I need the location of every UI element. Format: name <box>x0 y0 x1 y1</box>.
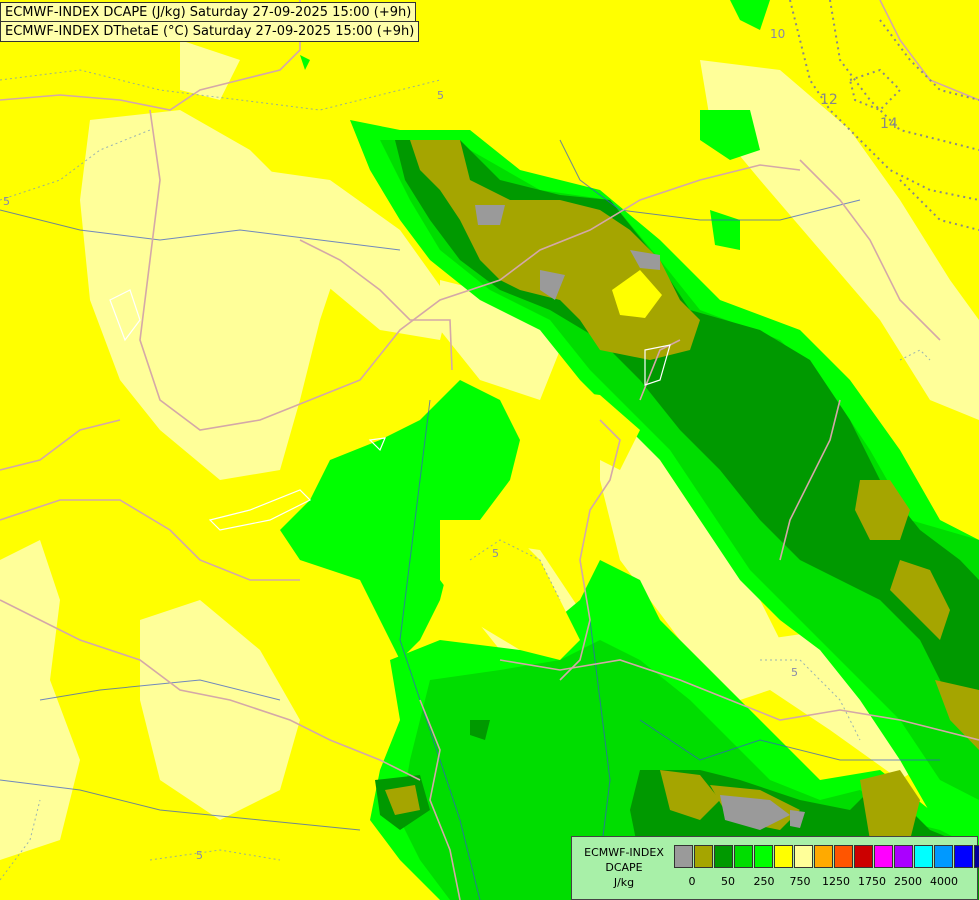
contour-label: 5 <box>3 195 10 208</box>
legend-tick-label: 750 <box>789 875 811 888</box>
legend-swatch <box>954 845 973 868</box>
contour-label: 5 <box>492 547 499 560</box>
legend-swatch <box>754 845 773 868</box>
legend-swatch <box>714 845 733 868</box>
legend-label: ECMWF-INDEX DCAPE J/kg <box>576 845 672 890</box>
legend-unit: J/kg <box>613 876 635 889</box>
legend-param: DCAPE <box>605 861 643 874</box>
legend-tick-label: 50 <box>721 875 735 888</box>
legend-swatches <box>674 845 979 868</box>
legend-swatch <box>694 845 713 868</box>
legend-tick-label: 1250 <box>822 875 850 888</box>
contour-label: 12 <box>820 92 838 108</box>
legend-swatch <box>814 845 833 868</box>
legend-swatch <box>894 845 913 868</box>
legend-tick-label: 0 <box>688 875 696 888</box>
legend-ticks: 0 50 250 750 1250 1750 2500 4000 <box>674 875 974 889</box>
contour-label: 5 <box>437 89 444 102</box>
contour-label: 5 <box>791 666 798 679</box>
map-title-dcape: ECMWF-INDEX DCAPE (J/kg) Saturday 27-09-… <box>0 2 417 23</box>
legend-source: ECMWF-INDEX <box>584 846 664 859</box>
legend-tick-label: 2500 <box>894 875 922 888</box>
legend-tick-label: 4000 <box>930 875 958 888</box>
color-legend: ECMWF-INDEX DCAPE J/kg 0 50 250 750 1250 1750… <box>571 836 979 900</box>
legend-swatch <box>974 845 979 868</box>
legend-swatch <box>834 845 853 868</box>
legend-swatch <box>734 845 753 868</box>
contour-label: 5 <box>196 849 203 862</box>
legend-swatch <box>874 845 893 868</box>
weather-map: 5 5 5 5 5 10 12 14 <box>0 0 979 900</box>
legend-swatch <box>854 845 873 868</box>
legend-tick-label: 250 <box>753 875 775 888</box>
legend-swatch <box>774 845 793 868</box>
legend-swatch <box>914 845 933 868</box>
legend-swatch <box>674 845 693 868</box>
legend-swatch <box>934 845 953 868</box>
legend-tick-label: 1750 <box>858 875 886 888</box>
contour-label: 10 <box>770 27 785 41</box>
legend-swatch <box>794 845 813 868</box>
contour-label: 14 <box>880 116 898 132</box>
map-title-dthetae: ECMWF-INDEX DThetaE (°C) Saturday 27-09-… <box>0 21 420 42</box>
